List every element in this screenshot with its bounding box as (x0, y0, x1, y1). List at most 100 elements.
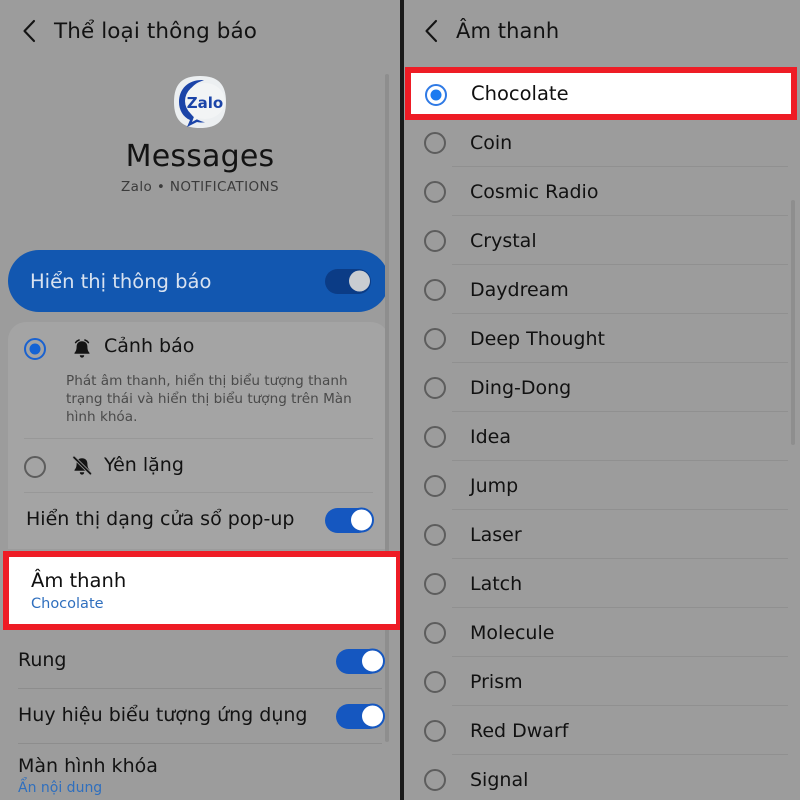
sound-option-row[interactable]: Signal (404, 755, 800, 800)
radio-unselected-icon[interactable] (424, 768, 446, 791)
sound-option-label: Prism (470, 670, 523, 693)
popup-row-texts: Hiển thị dạng cửa sổ pop-up (26, 508, 325, 531)
silent-option-title: Yên lặng (104, 453, 184, 476)
radio-selected-icon[interactable] (24, 338, 46, 360)
sound-option-label: Coin (470, 131, 513, 154)
alert-option-canh-bao[interactable]: Cảnh báo (8, 322, 389, 367)
sound-option-list: Chocolate Coin Cosmic Radio Crystal Daydream… (404, 69, 800, 800)
app-subtitle: Zalo • NOTIFICATIONS (121, 179, 279, 195)
radio-selected-icon[interactable] (425, 83, 447, 106)
setting-row-sound-highlighted[interactable]: Âm thanh Chocolate (3, 551, 400, 630)
badge-toggle[interactable] (336, 703, 385, 729)
sound-option-row[interactable]: Idea (404, 412, 800, 461)
sound-page-title: Âm thanh (456, 19, 560, 43)
screenshot-root: Thể loại thông báo Zalo Messages Zalo • … (0, 0, 800, 800)
sound-option-label: Daydream (470, 278, 569, 301)
sound-option-label: Jump (470, 474, 519, 497)
sound-row-value: Chocolate (31, 596, 104, 612)
setting-row-badge[interactable]: Huy hiệu biểu tượng ứng dụng (0, 689, 400, 743)
popup-row-title: Hiển thị dạng cửa sổ pop-up (26, 508, 295, 531)
show-notifications-toggle[interactable] (325, 268, 371, 294)
sound-option-chocolate-highlighted[interactable]: Chocolate (405, 67, 797, 120)
chevron-left-icon[interactable] (420, 18, 442, 44)
rung-row-title: Rung (18, 649, 67, 672)
sound-option-label: Laser (470, 523, 522, 546)
radio-unselected-icon[interactable] (424, 621, 446, 644)
radio-unselected-icon[interactable] (424, 425, 446, 448)
sound-row-texts: Âm thanh Chocolate (31, 569, 126, 612)
radio-unselected-icon[interactable] (424, 572, 446, 595)
sound-option-row[interactable]: Laser (404, 510, 800, 559)
sound-option-row[interactable]: Prism (404, 657, 800, 706)
badge-row-texts: Huy hiệu biểu tượng ứng dụng (18, 704, 336, 727)
alert-option-texts: Cảnh báo (104, 335, 373, 358)
radio-unselected-icon[interactable] (424, 376, 446, 399)
sound-option-row[interactable]: Molecule (404, 608, 800, 657)
right-panel-header: Âm thanh (404, 0, 800, 62)
row-divider (18, 743, 382, 744)
alert-style-card: Cảnh báo Phát âm thanh, hiển thị biểu tư… (8, 322, 389, 550)
zalo-app-logo: Zalo (172, 74, 228, 130)
page-title: Thể loại thông báo (54, 18, 258, 44)
rung-toggle[interactable] (336, 648, 385, 674)
radio-unselected-icon[interactable] (24, 455, 46, 478)
sound-option-row[interactable]: Daydream (404, 265, 800, 314)
notification-category-panel: Thể loại thông báo Zalo Messages Zalo • … (0, 0, 400, 800)
alert-option-yen-lang[interactable]: Yên lặng (8, 439, 389, 492)
toggle-knob (360, 648, 385, 674)
sound-option-row[interactable]: Red Dwarf (404, 706, 800, 755)
lower-setting-rows: Rung Huy hiệu biểu tượng ứng dụng (0, 634, 400, 744)
setting-row-lockscreen[interactable]: Màn hình khóa Ẩn nội dung (0, 755, 400, 796)
sound-option-label: Crystal (470, 229, 537, 252)
left-panel-header: Thể loại thông báo (0, 0, 400, 62)
sound-option-row[interactable]: Coin (404, 118, 800, 167)
radio-unselected-icon[interactable] (424, 523, 446, 546)
badge-row-title: Huy hiệu biểu tượng ứng dụng (18, 704, 308, 727)
show-notifications-label: Hiển thị thông báo (30, 269, 212, 293)
radio-unselected-icon[interactable] (424, 180, 446, 203)
right-panel-scrollbar[interactable] (791, 200, 795, 445)
sound-option-label: Chocolate (471, 82, 569, 105)
alert-option-title: Cảnh báo (104, 335, 195, 357)
sound-option-row[interactable]: Cosmic Radio (404, 167, 800, 216)
rung-row-texts: Rung (18, 649, 336, 672)
toggle-knob (349, 507, 374, 533)
radio-unselected-icon[interactable] (424, 131, 446, 154)
setting-row-popup[interactable]: Hiển thị dạng cửa sổ pop-up (8, 493, 389, 547)
radio-unselected-icon[interactable] (424, 229, 446, 252)
sound-option-row[interactable]: Ding-Dong (404, 363, 800, 412)
toggle-knob (349, 270, 370, 292)
left-panel-scrollbar[interactable] (385, 74, 389, 742)
bell-ringing-icon (70, 337, 94, 361)
lockscreen-row-title: Màn hình khóa (18, 755, 158, 777)
alert-option-description: Phát âm thanh, hiển thị biểu tượng thanh… (66, 373, 352, 426)
sound-option-row[interactable]: Crystal (404, 216, 800, 265)
radio-unselected-icon[interactable] (424, 327, 446, 350)
sound-option-row[interactable]: Jump (404, 461, 800, 510)
bell-muted-icon (70, 454, 94, 478)
chevron-left-icon[interactable] (18, 18, 40, 44)
sound-option-label: Red Dwarf (470, 719, 569, 742)
svg-text:Zalo: Zalo (187, 94, 223, 112)
toggle-knob (360, 703, 385, 729)
sound-option-label: Idea (470, 425, 511, 448)
sound-option-label: Signal (470, 768, 529, 791)
panel-divider (400, 0, 404, 800)
radio-unselected-icon[interactable] (424, 719, 446, 742)
sound-option-row[interactable]: Deep Thought (404, 314, 800, 363)
sound-option-label: Deep Thought (470, 327, 605, 350)
silent-option-texts: Yên lặng (104, 453, 373, 477)
app-identity-block: Zalo Messages Zalo • NOTIFICATIONS (0, 62, 400, 195)
app-name: Messages (125, 139, 275, 174)
sound-option-label: Ding-Dong (470, 376, 572, 399)
popup-toggle[interactable] (325, 507, 374, 533)
radio-unselected-icon[interactable] (424, 670, 446, 693)
sound-row-title: Âm thanh (31, 569, 127, 592)
setting-row-rung[interactable]: Rung (0, 634, 400, 688)
radio-unselected-icon[interactable] (424, 474, 446, 497)
show-notifications-banner[interactable]: Hiển thị thông báo (8, 250, 389, 312)
sound-option-label: Latch (470, 572, 523, 595)
radio-unselected-icon[interactable] (424, 278, 446, 301)
lockscreen-row-value: Ẩn nội dung (18, 780, 103, 796)
sound-option-row[interactable]: Latch (404, 559, 800, 608)
